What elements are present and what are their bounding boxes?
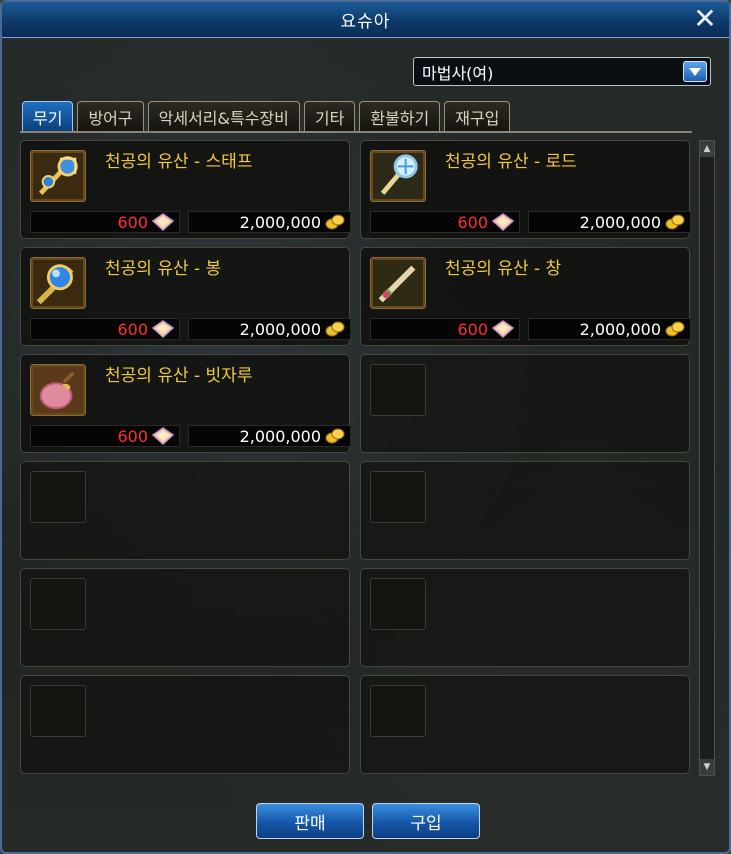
gold-coin-icon — [324, 427, 346, 445]
empty-slot — [20, 675, 350, 774]
empty-icon-slot — [370, 578, 426, 630]
point-price-value: 600 — [117, 319, 148, 339]
empty-icon-slot — [30, 471, 86, 523]
gold-coin-icon — [664, 320, 686, 338]
shop-item[interactable]: 천공의 유산 - 로드 600 2,000,000 — [360, 140, 691, 239]
tab-armor[interactable]: 방어구 — [77, 101, 144, 131]
item-name: 천공의 유산 - 스태프 — [105, 152, 253, 172]
gem-icon — [491, 213, 515, 231]
empty-slot — [360, 461, 690, 560]
gold-price-value: 2,000,000 — [239, 212, 321, 232]
empty-icon-slot — [30, 578, 86, 630]
tab-accessory[interactable]: 악세서리&특수장비 — [147, 101, 300, 131]
empty-icon-slot — [370, 364, 426, 416]
item-grid: 천공의 유산 - 스태프 600 2,000,000 천공의 유산 - 로드 6… — [20, 140, 691, 774]
point-price: 600 — [370, 318, 520, 340]
empty-slot — [20, 461, 350, 560]
tabs-divider — [20, 131, 692, 133]
point-price-value: 600 — [457, 212, 488, 232]
point-price-value: 600 — [457, 319, 488, 339]
point-price: 600 — [30, 211, 180, 233]
point-price-value: 600 — [117, 212, 148, 232]
gem-icon — [151, 427, 175, 445]
item-name: 천공의 유산 - 봉 — [105, 259, 222, 279]
scrollbar[interactable]: ▲ ▼ — [699, 140, 715, 776]
tab-label: 기타 — [314, 108, 345, 128]
gold-price-value: 2,000,000 — [579, 319, 661, 339]
chevron-down-icon[interactable] — [683, 61, 707, 82]
price-row: 600 2,000,000 — [30, 318, 351, 340]
spear-icon — [370, 257, 426, 309]
item-name: 천공의 유산 - 빗자루 — [105, 366, 253, 386]
tab-label: 방어구 — [88, 108, 133, 128]
pole-icon — [30, 257, 86, 309]
tab-weapon[interactable]: 무기 — [22, 101, 74, 131]
price-row: 600 2,000,000 — [370, 318, 691, 340]
tab-label: 환불하기 — [370, 108, 430, 128]
gold-price: 2,000,000 — [188, 211, 351, 233]
tab-label: 무기 — [33, 108, 63, 128]
gem-icon — [151, 320, 175, 338]
price-row: 600 2,000,000 — [30, 425, 351, 447]
category-tabs: 무기 방어구 악세서리&특수장비 기타 환불하기 재구입 — [22, 101, 511, 132]
tab-label: 악세서리&특수장비 — [158, 108, 289, 128]
tab-refund[interactable]: 환불하기 — [359, 101, 441, 131]
class-dropdown[interactable]: 마법사(여) — [413, 57, 711, 86]
title-bar[interactable]: 요슈아 ✕ — [2, 2, 729, 38]
tab-label: 재구입 — [455, 108, 500, 128]
staff-icon — [30, 150, 86, 202]
empty-icon-slot — [30, 685, 86, 737]
window-title: 요슈아 — [340, 12, 391, 32]
item-name: 천공의 유산 - 창 — [445, 259, 562, 279]
empty-icon-slot — [370, 471, 426, 523]
gold-price: 2,000,000 — [188, 318, 351, 340]
point-price: 600 — [30, 425, 180, 447]
gold-price-value: 2,000,000 — [579, 212, 661, 232]
scroll-up-icon[interactable]: ▲ — [700, 141, 714, 157]
shop-item[interactable]: 천공의 유산 - 봉 600 2,000,000 — [20, 247, 351, 346]
class-dropdown-value: 마법사(여) — [422, 63, 494, 83]
item-name: 천공의 유산 - 로드 — [445, 152, 577, 172]
gold-price: 2,000,000 — [188, 425, 351, 447]
gem-icon — [151, 213, 175, 231]
empty-icon-slot — [370, 685, 426, 737]
broom-icon — [30, 364, 86, 416]
price-row: 600 2,000,000 — [30, 211, 351, 233]
close-icon[interactable]: ✕ — [691, 5, 719, 34]
shop-item[interactable]: 천공의 유산 - 빗자루 600 2,000,000 — [20, 354, 351, 453]
buy-button[interactable]: 구입 — [372, 803, 480, 839]
gold-coin-icon — [664, 213, 686, 231]
price-row: 600 2,000,000 — [370, 211, 691, 233]
scroll-down-icon[interactable]: ▼ — [700, 759, 714, 775]
gold-price-value: 2,000,000 — [239, 426, 321, 446]
gem-icon — [491, 320, 515, 338]
gold-coin-icon — [324, 213, 346, 231]
gold-price-value: 2,000,000 — [239, 319, 321, 339]
point-price: 600 — [30, 318, 180, 340]
gold-coin-icon — [324, 320, 346, 338]
empty-slot — [360, 675, 690, 774]
gold-price: 2,000,000 — [528, 318, 691, 340]
shop-window: 요슈아 ✕ 마법사(여) 무기 방어구 악세서리&특수장비 기타 환불하기 재구… — [0, 0, 731, 854]
tab-etc[interactable]: 기타 — [303, 101, 356, 131]
shop-item[interactable]: 천공의 유산 - 창 600 2,000,000 — [360, 247, 691, 346]
empty-slot — [20, 568, 350, 667]
sell-button[interactable]: 판매 — [256, 803, 364, 839]
point-price-value: 600 — [117, 426, 148, 446]
empty-slot — [360, 354, 690, 453]
tab-rebuy[interactable]: 재구입 — [444, 101, 511, 131]
empty-slot — [360, 568, 690, 667]
gold-price: 2,000,000 — [528, 211, 691, 233]
shop-item[interactable]: 천공의 유산 - 스태프 600 2,000,000 — [20, 140, 351, 239]
point-price: 600 — [370, 211, 520, 233]
rod-icon — [370, 150, 426, 202]
